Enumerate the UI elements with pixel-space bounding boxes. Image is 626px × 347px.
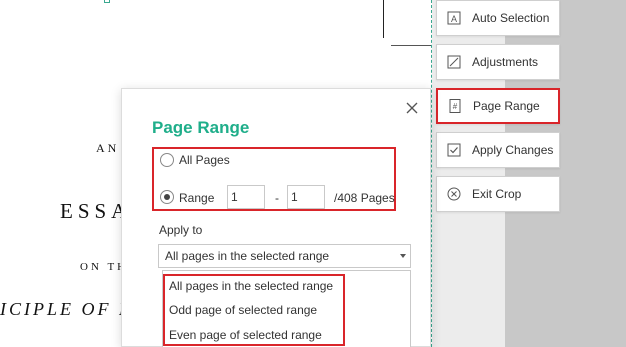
page-range-dialog: Page Range All Pages Range - /408 Pages …	[121, 88, 431, 347]
range-to-input[interactable]	[287, 185, 325, 209]
range-from-input[interactable]	[227, 185, 265, 209]
document-text-line: ICIPLE OF P	[0, 299, 133, 319]
range-radio[interactable]	[160, 190, 174, 204]
auto-selection-label: Auto Selection	[472, 11, 550, 25]
page-range-label: Page Range	[473, 99, 540, 113]
apply-changes-icon	[446, 142, 462, 158]
adjustments-icon	[446, 54, 462, 70]
apply-to-selected-value: All pages in the selected range	[165, 249, 330, 263]
page-range-button[interactable]: # Page Range	[436, 88, 560, 124]
all-pages-radio[interactable]	[160, 153, 174, 167]
apply-to-option[interactable]: Odd page of selected range	[169, 303, 317, 317]
apply-to-label: Apply to	[159, 223, 203, 237]
apply-changes-label: Apply Changes	[472, 143, 554, 157]
adjustments-button[interactable]: Adjustments	[436, 44, 560, 80]
apply-changes-button[interactable]: Apply Changes	[436, 132, 560, 168]
chevron-down-icon	[400, 254, 406, 258]
exit-crop-button[interactable]: Exit Crop	[436, 176, 560, 212]
crop-handle[interactable]	[104, 0, 110, 3]
adjustments-label: Adjustments	[472, 55, 539, 69]
close-icon[interactable]	[404, 100, 420, 116]
apply-to-option[interactable]: Even page of selected range	[169, 328, 322, 342]
exit-crop-icon	[446, 186, 462, 202]
total-pages-label: /408 Pages	[334, 191, 395, 205]
auto-selection-icon: A	[446, 10, 462, 26]
all-pages-label[interactable]: All Pages	[179, 153, 230, 167]
apply-to-option[interactable]: All pages in the selected range	[169, 279, 333, 293]
svg-text:A: A	[451, 14, 457, 24]
range-separator: -	[275, 191, 279, 205]
document-text-line: AN	[96, 141, 120, 155]
range-label[interactable]: Range	[179, 191, 214, 205]
document-rule-vertical	[383, 0, 384, 38]
svg-text:#: #	[453, 102, 458, 111]
document-rule-horizontal	[391, 45, 432, 46]
page-range-icon: #	[447, 98, 463, 114]
auto-selection-button[interactable]: A Auto Selection	[436, 0, 560, 36]
apply-to-select[interactable]: All pages in the selected range	[158, 244, 411, 268]
exit-crop-label: Exit Crop	[472, 187, 522, 201]
dialog-title: Page Range	[152, 118, 250, 137]
